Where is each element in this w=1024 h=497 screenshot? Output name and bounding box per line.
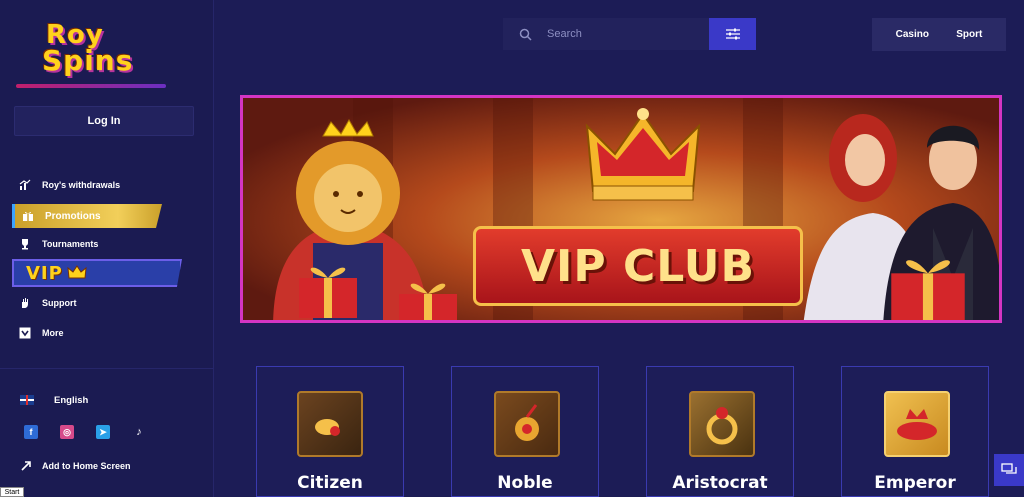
tiktok-icon[interactable]: ♪ xyxy=(132,425,146,439)
tier-name: Aristocrat xyxy=(672,473,768,493)
tier-card-noble[interactable]: Noble xyxy=(451,366,599,497)
noble-tier-icon xyxy=(494,391,560,457)
sliders-icon xyxy=(725,28,740,40)
tier-card-emperor[interactable]: Emperor xyxy=(841,366,989,497)
tier-name: Noble xyxy=(497,473,553,493)
uk-flag-icon xyxy=(20,395,34,405)
top-nav-tabs: Casino Sport xyxy=(872,18,1006,51)
crown-icon xyxy=(67,265,87,279)
chevron-down-icon xyxy=(18,326,32,340)
tier-name: Citizen xyxy=(297,473,363,493)
start-tooltip: Start xyxy=(0,487,24,497)
chat-icon xyxy=(1001,463,1017,474)
social-links: f ◎ ➤ ♪ xyxy=(24,425,146,439)
sidebar-item-label: Roy's withdrawals xyxy=(42,180,121,190)
tier-name: Emperor xyxy=(874,473,956,493)
sidebar-item-tournaments[interactable]: Tournaments xyxy=(18,233,98,255)
instagram-icon[interactable]: ◎ xyxy=(60,425,74,439)
search-icon xyxy=(503,28,547,41)
sidebar-item-label: Support xyxy=(42,298,77,308)
crown-icon xyxy=(585,108,701,201)
gift-box-icon xyxy=(299,267,357,318)
search-input[interactable] xyxy=(547,28,709,40)
sidebar-item-label: Promotions xyxy=(45,210,101,222)
chat-button[interactable] xyxy=(994,454,1024,486)
tab-sport[interactable]: Sport xyxy=(956,29,982,40)
citizen-tier-icon xyxy=(297,391,363,457)
sidebar-item-support[interactable]: Support xyxy=(18,292,77,314)
banner-title: VIP CLUB xyxy=(520,240,755,292)
gift-box-icon xyxy=(399,283,457,320)
sidebar-item-more[interactable]: More xyxy=(18,322,64,344)
facebook-icon[interactable]: f xyxy=(24,425,38,439)
logo-underline xyxy=(16,84,166,88)
arrow-icon xyxy=(20,460,32,472)
aristocrat-tier-icon xyxy=(689,391,755,457)
sidebar-item-promotions[interactable]: Promotions xyxy=(12,204,162,228)
logo-line2: Spins xyxy=(42,44,134,77)
vip-club-banner[interactable]: VIP CLUB xyxy=(240,95,1002,323)
language-selector[interactable]: English xyxy=(20,392,88,408)
sidebar-item-withdrawals[interactable]: Roy's withdrawals xyxy=(18,174,120,196)
emperor-tier-icon xyxy=(884,391,950,457)
sidebar-item-label: More xyxy=(42,328,64,338)
add-to-home-screen[interactable]: Add to Home Screen xyxy=(20,460,131,472)
sidebar: Roy Spins Log In Roy's withdrawals Promo… xyxy=(0,0,214,497)
tier-card-aristocrat[interactable]: Aristocrat xyxy=(646,366,794,497)
telegram-icon[interactable]: ➤ xyxy=(96,425,110,439)
tier-card-citizen[interactable]: Citizen xyxy=(256,366,404,497)
roy-spins-logo[interactable]: Roy Spins xyxy=(16,14,168,88)
sidebar-item-vip[interactable]: VIP xyxy=(12,259,182,287)
vip-label: VIP xyxy=(26,262,63,284)
search-bar xyxy=(503,18,756,50)
add-home-label: Add to Home Screen xyxy=(42,461,131,471)
filter-button[interactable] xyxy=(709,18,756,50)
vip-club-sign: VIP CLUB xyxy=(473,226,803,306)
chart-icon xyxy=(18,178,32,192)
trophy-icon xyxy=(18,237,32,251)
tab-casino[interactable]: Casino xyxy=(896,29,929,40)
gift-icon xyxy=(21,209,35,223)
sidebar-divider xyxy=(0,368,214,369)
login-button[interactable]: Log In xyxy=(14,106,194,136)
sidebar-item-label: Tournaments xyxy=(42,239,99,249)
gift-box-icon xyxy=(891,260,965,320)
language-label: English xyxy=(54,394,89,406)
hand-icon xyxy=(18,296,32,310)
